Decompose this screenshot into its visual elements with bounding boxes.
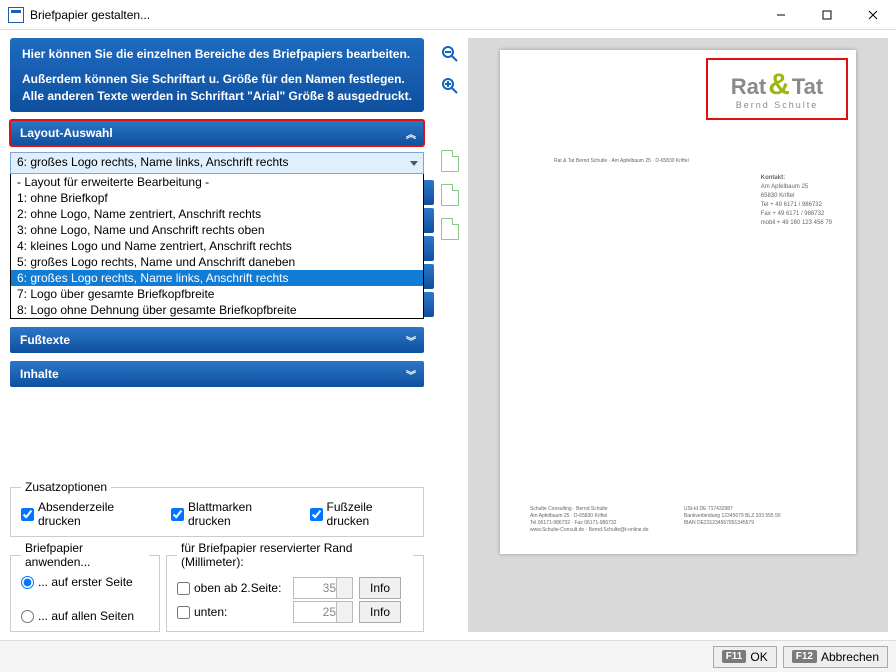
cb-margin-bottom[interactable]: unten: xyxy=(177,605,287,619)
dialog-buttonbar: F11OK F12Abbrechen xyxy=(0,640,896,672)
layout-option[interactable]: 3: ohne Logo, Name und Anschrift rechts … xyxy=(11,222,423,238)
preview-contact: Kontakt: Am Apfelbaum 25 65830 Kriftel T… xyxy=(761,174,832,228)
accordion-content[interactable]: Inhalte ︾ xyxy=(10,361,424,387)
extras-legend: Zusatzoptionen xyxy=(21,480,111,494)
layout-select-list[interactable]: - Layout für erweiterte Bearbeitung - 1:… xyxy=(10,174,424,319)
page-template-icon[interactable] xyxy=(441,184,459,206)
cb-footer[interactable]: Fußzeile drucken xyxy=(310,500,413,528)
help-banner: Hier können Sie die einzelnen Bereiche d… xyxy=(10,38,424,112)
preview-logo: Rat&Tat Bernd Schulte xyxy=(712,64,842,114)
zoom-out-icon[interactable] xyxy=(440,44,460,64)
accordion-footer[interactable]: Fußtexte ︾ xyxy=(10,327,424,353)
cb-sender-input[interactable] xyxy=(21,508,34,521)
accordion-footer-label: Fußtexte xyxy=(20,333,70,347)
preview-sender: Rat & Tat Bernd Schulte · Am Apfelbaum 2… xyxy=(554,158,689,164)
info-top-button[interactable]: Info xyxy=(359,577,401,599)
cb-sender[interactable]: Absenderzeile drucken xyxy=(21,500,153,528)
margin-legend: für Briefpapier reservierter Rand (Milli… xyxy=(177,541,413,569)
app-icon xyxy=(8,7,24,23)
cb-footer-input[interactable] xyxy=(310,508,323,521)
extras-fieldset: Zusatzoptionen Absenderzeile drucken Bla… xyxy=(10,480,424,537)
page-template-icon[interactable] xyxy=(441,218,459,240)
ampersand-icon: & xyxy=(768,68,790,102)
layout-option[interactable]: 1: ohne Briefkopf xyxy=(11,190,423,206)
cb-margin-top-input[interactable] xyxy=(177,582,190,595)
accordion-layout[interactable]: Layout-Auswahl ︽ xyxy=(10,120,424,146)
help-line-2: Außerdem können Sie Schriftart u. Größe … xyxy=(22,71,412,88)
help-line-1: Hier können Sie die einzelnen Bereiche d… xyxy=(22,46,412,63)
page-template-icon[interactable] xyxy=(441,150,459,172)
preview-page: Rat&Tat Bernd Schulte Rat & Tat Bernd Sc… xyxy=(500,50,856,554)
layout-option[interactable]: - Layout für erweiterte Bearbeitung - xyxy=(11,174,423,190)
spin-margin-top[interactable]: 35 xyxy=(293,577,353,599)
layout-option[interactable]: 2: ohne Logo, Name zentriert, Anschrift … xyxy=(11,206,423,222)
preview-area: Rat&Tat Bernd Schulte Rat & Tat Bernd Sc… xyxy=(468,38,888,632)
apply-fieldset: Briefpapier anwenden... ... auf erster S… xyxy=(10,541,160,632)
radio-first[interactable]: ... auf erster Seite xyxy=(21,575,149,589)
layout-select[interactable]: 6: großes Logo rechts, Name links, Ansch… xyxy=(10,152,424,174)
window-title: Briefpapier gestalten... xyxy=(30,8,150,22)
chevron-down-icon: ︾ xyxy=(406,367,414,382)
apply-legend: Briefpapier anwenden... xyxy=(21,541,149,569)
zoom-in-icon[interactable] xyxy=(440,76,460,96)
preview-footer: Schulte Consulting · Bernd Schulte Am Ap… xyxy=(530,506,826,534)
layout-select-wrap: 6: großes Logo rechts, Name links, Ansch… xyxy=(10,152,424,319)
radio-all-input[interactable] xyxy=(21,610,34,623)
info-bottom-button[interactable]: Info xyxy=(359,601,401,623)
chevron-down-icon: ︾ xyxy=(406,333,414,348)
minimize-button[interactable] xyxy=(758,0,804,30)
cancel-button[interactable]: F12Abbrechen xyxy=(783,646,888,668)
accordion-content-label: Inhalte xyxy=(20,367,59,381)
spin-margin-bottom[interactable]: 25 xyxy=(293,601,353,623)
panel-stack-decor xyxy=(424,180,434,317)
radio-all[interactable]: ... auf allen Seiten xyxy=(21,609,149,623)
tool-column xyxy=(432,30,468,640)
close-button[interactable] xyxy=(850,0,896,30)
chevron-up-icon: ︽ xyxy=(406,126,414,141)
layout-option[interactable]: 4: kleines Logo und Name zentriert, Ansc… xyxy=(11,238,423,254)
layout-option[interactable]: 7: Logo über gesamte Briefkopfbreite xyxy=(11,286,423,302)
cb-marks-input[interactable] xyxy=(171,508,184,521)
help-line-3: Alle anderen Texte werden in Schriftart … xyxy=(22,88,412,105)
ok-button[interactable]: F11OK xyxy=(713,646,777,668)
layout-option[interactable]: 8: Logo ohne Dehnung über gesamte Briefk… xyxy=(11,302,423,318)
titlebar: Briefpapier gestalten... xyxy=(0,0,896,30)
maximize-button[interactable] xyxy=(804,0,850,30)
cb-margin-top[interactable]: oben ab 2.Seite: xyxy=(177,581,287,595)
cb-marks[interactable]: Blattmarken drucken xyxy=(171,500,292,528)
layout-option[interactable]: 5: großes Logo rechts, Name und Anschrif… xyxy=(11,254,423,270)
cb-margin-bottom-input[interactable] xyxy=(177,606,190,619)
layout-option-selected[interactable]: 6: großes Logo rechts, Name links, Ansch… xyxy=(11,270,423,286)
accordion-layout-label: Layout-Auswahl xyxy=(20,126,113,140)
radio-first-input[interactable] xyxy=(21,576,34,589)
margin-fieldset: für Briefpapier reservierter Rand (Milli… xyxy=(166,541,424,632)
